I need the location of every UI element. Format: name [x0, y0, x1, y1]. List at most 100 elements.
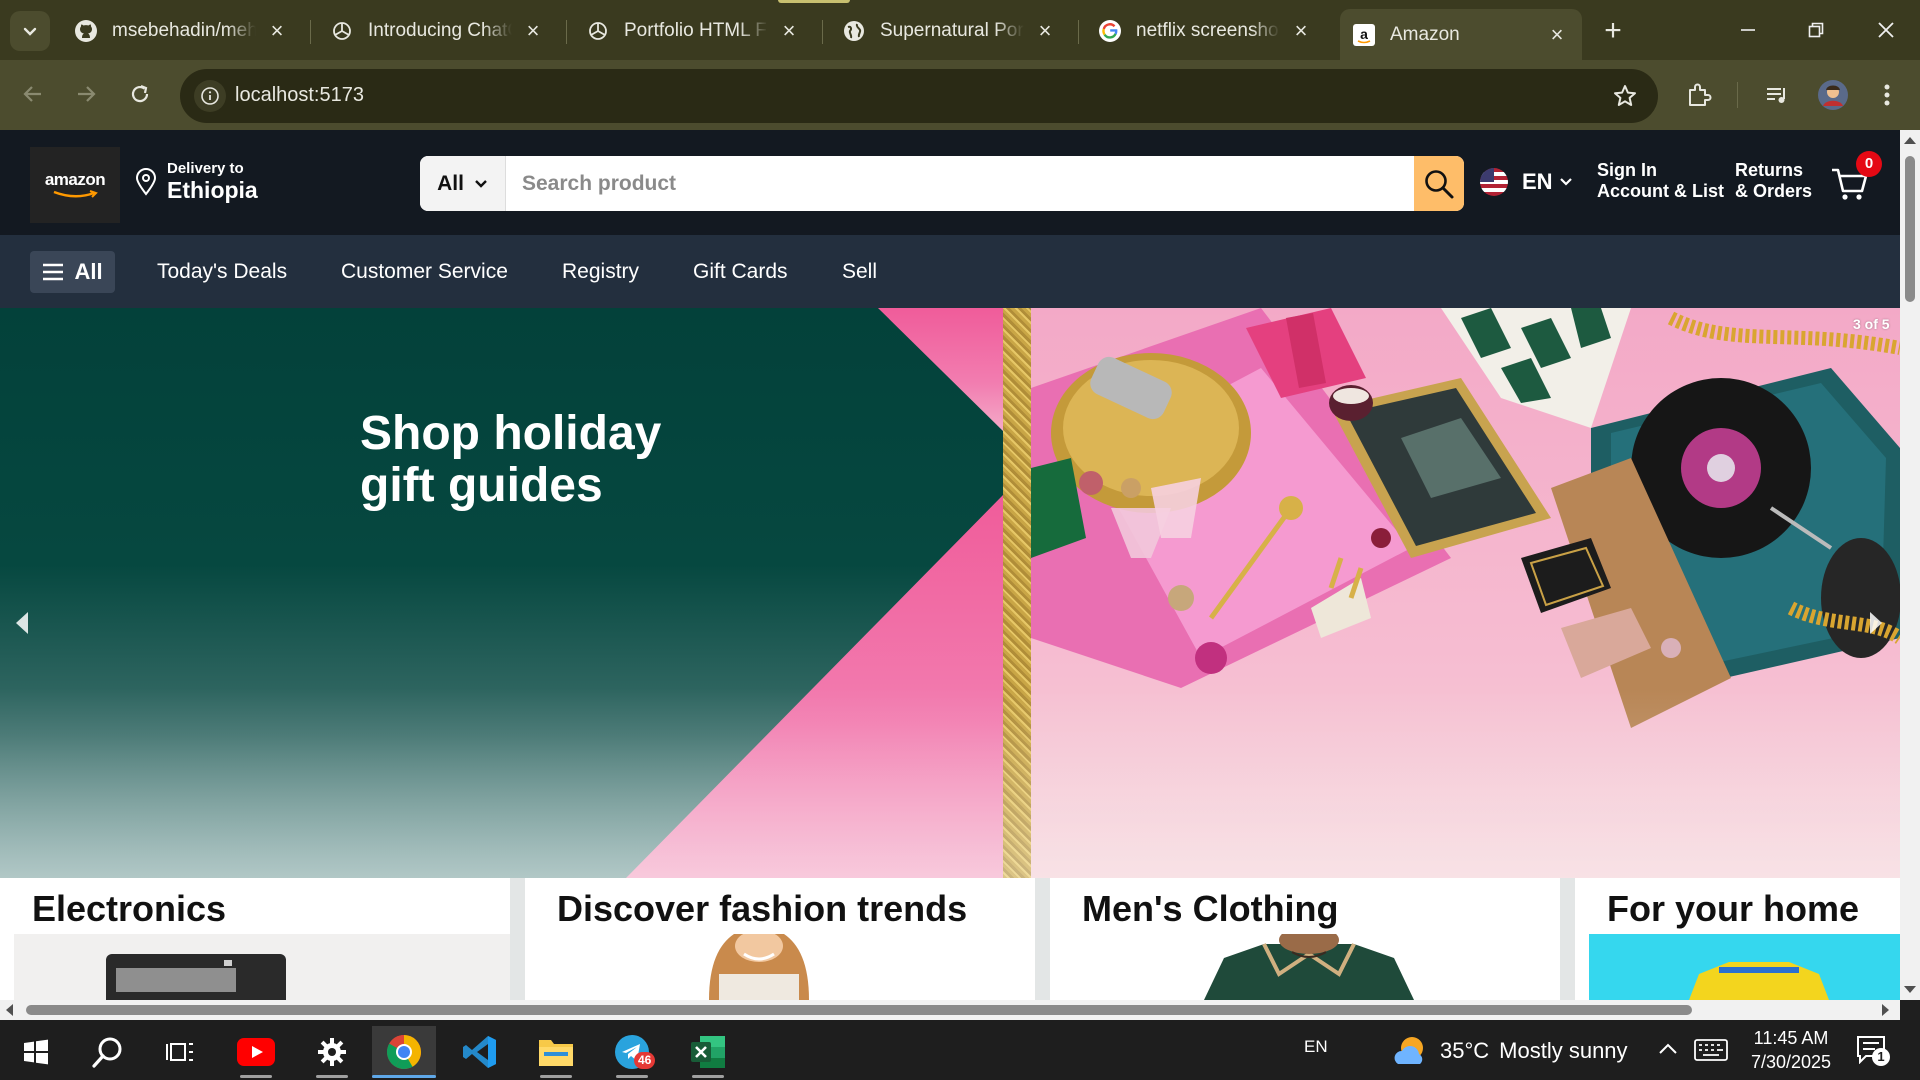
- tab-amazon[interactable]: a Amazon ×: [1340, 9, 1582, 60]
- horizontal-scroll-thumb[interactable]: [26, 1005, 1692, 1015]
- card-image-fashion: [539, 934, 1035, 1000]
- taskbar-settings[interactable]: [300, 1026, 364, 1078]
- scroll-down-icon[interactable]: [1904, 986, 1916, 993]
- amazon-nav-bar: All Today's Deals Customer Service Regis…: [0, 235, 1900, 308]
- tab-google-search[interactable]: netflix screenshot ×: [1086, 10, 1326, 52]
- back-button[interactable]: [15, 76, 51, 112]
- chevron-down-icon: [475, 179, 487, 188]
- windows-start-icon: [24, 1039, 48, 1065]
- us-flag-icon: [1480, 168, 1508, 196]
- close-icon[interactable]: ×: [778, 20, 800, 42]
- start-button[interactable]: [4, 1026, 68, 1078]
- account-menu[interactable]: Sign In Account & List: [1597, 160, 1724, 202]
- tab-separator: [310, 20, 311, 44]
- tab-github[interactable]: msebehadin/meha ×: [62, 10, 302, 52]
- extensions-icon[interactable]: [1681, 77, 1717, 113]
- keyboard-icon: [1694, 1039, 1728, 1061]
- site-info-button[interactable]: [194, 80, 226, 112]
- scroll-right-icon[interactable]: [1882, 1004, 1889, 1016]
- taskbar-telegram[interactable]: 46: [600, 1026, 664, 1078]
- bookmark-star-icon[interactable]: [1612, 83, 1638, 114]
- reload-button[interactable]: [122, 76, 158, 112]
- delivery-location[interactable]: Delivery to Ethiopia: [135, 160, 258, 203]
- input-language-indicator[interactable]: EN: [1304, 1037, 1328, 1057]
- search-category-dropdown[interactable]: All: [420, 156, 506, 211]
- notification-center-button[interactable]: 1: [1856, 1034, 1890, 1066]
- scroll-up-icon[interactable]: [1904, 137, 1916, 144]
- taskbar-youtube[interactable]: [224, 1026, 288, 1078]
- horizontal-scrollbar[interactable]: [0, 1000, 1900, 1020]
- windows-taskbar: 46 EN 35°C Mostly sunny 11:45 AM 7/30/20…: [0, 1020, 1920, 1080]
- minimize-button[interactable]: [1724, 12, 1772, 48]
- chrome-menu-icon[interactable]: [1869, 77, 1905, 113]
- card-image-home: [1589, 934, 1900, 1000]
- cart-button[interactable]: 0: [1830, 151, 1882, 204]
- telegram-unread-badge: 46: [634, 1052, 656, 1069]
- card-title: Electronics: [32, 888, 227, 929]
- media-controls-icon[interactable]: [1759, 77, 1795, 113]
- close-icon[interactable]: ×: [266, 20, 288, 42]
- carousel-next-button[interactable]: [1864, 608, 1886, 638]
- close-icon[interactable]: ×: [1034, 20, 1056, 42]
- carousel-prev-button[interactable]: [12, 608, 34, 638]
- weather-widget[interactable]: 35°C Mostly sunny: [1392, 1034, 1628, 1068]
- category-cards-row: Electronics Discover fashion trends Men'…: [0, 878, 1900, 1000]
- taskbar-excel[interactable]: [676, 1026, 740, 1078]
- amazon-logo[interactable]: amazon: [30, 147, 120, 223]
- nav-link-sell[interactable]: Sell: [842, 260, 877, 284]
- tab-title: Introducing ChatG: [368, 20, 512, 41]
- globe-icon: [842, 19, 866, 43]
- screen: msebehadin/meha × Introducing ChatG × Po…: [0, 0, 1920, 1080]
- taskbar-chrome[interactable]: [372, 1026, 436, 1078]
- taskbar-search-button[interactable]: [76, 1026, 140, 1078]
- restore-button[interactable]: [1792, 12, 1840, 48]
- holiday-gifts-illustration: [1031, 308, 1900, 728]
- show-hidden-icons-button[interactable]: [1658, 1042, 1678, 1061]
- nav-link-todays-deals[interactable]: Today's Deals: [157, 260, 287, 284]
- taskbar-file-explorer[interactable]: [524, 1026, 588, 1078]
- restore-icon: [1808, 22, 1824, 38]
- close-icon[interactable]: ×: [522, 20, 544, 42]
- tab-chatgpt[interactable]: Introducing ChatG ×: [318, 10, 558, 52]
- nav-link-gift-cards[interactable]: Gift Cards: [693, 260, 788, 284]
- running-indicator: [240, 1075, 272, 1078]
- openai-icon: [330, 19, 354, 43]
- triangle-right-icon: [1870, 612, 1882, 634]
- language-selector[interactable]: EN: [1480, 168, 1573, 196]
- url-text[interactable]: localhost:5173: [235, 84, 364, 107]
- search-button[interactable]: [1414, 156, 1464, 211]
- card-title: For your home: [1607, 888, 1860, 929]
- clock[interactable]: 11:45 AM 7/30/2025: [1746, 1026, 1836, 1074]
- close-icon[interactable]: ×: [1546, 23, 1568, 46]
- nav-link-customer-service[interactable]: Customer Service: [341, 260, 508, 284]
- forward-button[interactable]: [68, 76, 104, 112]
- vertical-scroll-thumb[interactable]: [1905, 156, 1915, 302]
- card-electronics[interactable]: Electronics: [0, 878, 510, 1000]
- all-menu-button[interactable]: All: [30, 251, 115, 293]
- taskbar-vscode[interactable]: [448, 1026, 512, 1078]
- close-icon[interactable]: ×: [1290, 20, 1312, 42]
- card-fashion-trends[interactable]: Discover fashion trends: [525, 878, 1035, 1000]
- address-bar[interactable]: localhost:5173: [180, 69, 1658, 123]
- profile-avatar[interactable]: [1815, 77, 1851, 113]
- tab-portfolio[interactable]: Portfolio HTML Fix ×: [574, 10, 814, 52]
- close-window-button[interactable]: [1862, 12, 1910, 48]
- search-input[interactable]: [506, 156, 1414, 211]
- hero-title: Shop holiday gift guides: [360, 408, 661, 512]
- touch-keyboard-button[interactable]: [1694, 1038, 1728, 1067]
- nav-link-registry[interactable]: Registry: [562, 260, 639, 284]
- scroll-left-icon[interactable]: [6, 1004, 13, 1016]
- card-for-your-home[interactable]: For your home: [1575, 878, 1900, 1000]
- returns-orders-link[interactable]: Returns & Orders: [1735, 160, 1812, 202]
- tab-separator: [1078, 20, 1079, 44]
- tab-supernatural[interactable]: Supernatural Portf ×: [830, 10, 1070, 52]
- hero-product-image[interactable]: [1031, 308, 1900, 878]
- task-view-button[interactable]: [148, 1026, 212, 1078]
- returns-label: Returns: [1735, 160, 1804, 180]
- card-mens-clothing[interactable]: Men's Clothing: [1050, 878, 1560, 1000]
- tab-search-button[interactable]: [10, 11, 50, 51]
- new-tab-button[interactable]: +: [1598, 16, 1628, 46]
- vertical-scrollbar[interactable]: [1900, 130, 1920, 1000]
- card-title: Men's Clothing: [1082, 888, 1339, 929]
- hero-carousel: Shop holiday gift guides 3 of 5: [0, 308, 1900, 878]
